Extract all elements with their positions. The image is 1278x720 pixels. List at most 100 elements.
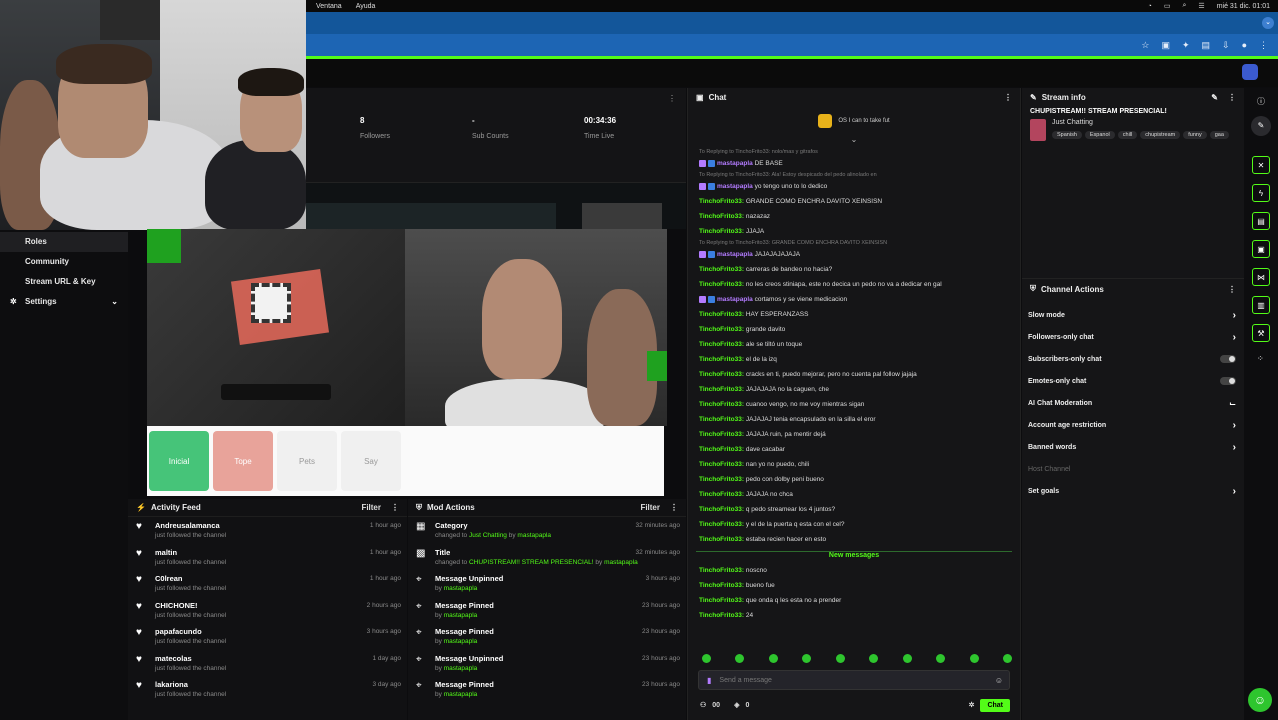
chat-username[interactable]: TinchoFrito33:	[699, 582, 744, 589]
cast-icon[interactable]: ▤	[1202, 40, 1211, 51]
chat-message[interactable]: TinchoFrito33: pedo con dolby peni bueno	[688, 472, 1020, 487]
chat-username[interactable]: TinchoFrito33:	[699, 356, 744, 363]
user-avatar[interactable]	[1242, 64, 1258, 80]
channel-action-banned-words[interactable]: Banned words ›	[1022, 436, 1244, 458]
chat-message[interactable]: TinchoFrito33: nazazaz	[688, 209, 1020, 224]
channel-action-account-age-restriction[interactable]: Account age restriction ›	[1022, 414, 1244, 436]
chat-message[interactable]: TinchoFrito33: no les creos stiniapa, es…	[688, 277, 1020, 292]
chevron-down-icon[interactable]: ⌄	[688, 136, 1020, 144]
chat-username[interactable]: TinchoFrito33:	[699, 431, 744, 438]
chat-username[interactable]: TinchoFrito33:	[699, 461, 744, 468]
wifi-icon[interactable]: ◔	[1148, 3, 1152, 10]
mod-filter-button[interactable]: Filter	[640, 503, 660, 512]
activity-user[interactable]: papafacundo	[155, 627, 226, 636]
mod-action-item[interactable]: ⌖ Message Pinned by mastapapla 23 hours ago	[408, 597, 686, 624]
chat-message[interactable]: TinchoFrito33: noscno	[688, 563, 1020, 578]
help-chat-icon[interactable]: ☺	[1248, 688, 1272, 712]
mod-user[interactable]: mastapapla	[517, 532, 551, 539]
chat-username[interactable]: TinchoFrito33:	[699, 266, 744, 273]
chat-username[interactable]: TinchoFrito33:	[699, 476, 744, 483]
mod-user[interactable]: mastapapla	[444, 638, 478, 645]
emote-icon[interactable]	[702, 654, 711, 663]
chat-username[interactable]: TinchoFrito33:	[699, 446, 744, 453]
channel-action-emotes-only-chat[interactable]: Emotes-only chat	[1022, 370, 1244, 392]
activity-item[interactable]: ♥ CHICHONE! just followed the channel 2 hou…	[128, 597, 407, 624]
channel-action-followers-only-chat[interactable]: Followers-only chat ›	[1022, 326, 1244, 348]
chat-message[interactable]: TinchoFrito33: ale se tiltó un toque	[688, 337, 1020, 352]
stream-tag[interactable]: funny	[1183, 131, 1207, 139]
chat-username[interactable]: mastapapla	[717, 183, 753, 190]
channel-action-slow-mode[interactable]: Slow mode ›	[1022, 304, 1244, 326]
chat-username[interactable]: mastapapla	[717, 251, 753, 258]
chat-message[interactable]: TinchoFrito33: el de la izq	[688, 352, 1020, 367]
channel-actions-more-icon[interactable]: ⋮	[1228, 285, 1236, 294]
stream-tag[interactable]: Spanish	[1052, 131, 1082, 139]
chat-message[interactable]: TinchoFrito33: GRANDE COMO ENCHRA DAVITO…	[688, 194, 1020, 209]
toggle-switch[interactable]	[1220, 355, 1236, 363]
info-icon[interactable]: ⓘ	[1257, 96, 1265, 107]
stream-info-more-icon[interactable]: ⋮	[1228, 93, 1236, 102]
emote-icon[interactable]	[869, 654, 879, 663]
chat-username[interactable]: mastapapla	[717, 160, 753, 167]
mod-user[interactable]: mastapapla	[444, 691, 478, 698]
rail-document-icon[interactable]: ▤	[1252, 212, 1270, 230]
rail-wrench-icon[interactable]: ⚒	[1252, 324, 1270, 342]
chat-more-icon[interactable]: ⋮	[1004, 93, 1012, 102]
emote-icon[interactable]	[936, 654, 946, 663]
activity-user[interactable]: Andreusalamanca	[155, 521, 226, 530]
chat-username[interactable]: TinchoFrito33:	[699, 341, 744, 348]
stream-tag[interactable]: chupistream	[1140, 131, 1181, 139]
chat-username[interactable]: mastapapla	[717, 296, 753, 303]
mod-action-item[interactable]: ▩ Title changed to CHUPISTREAM!! STREAM PR…	[408, 544, 686, 571]
activity-item[interactable]: ♥ papafacundo just followed the channel 3 h…	[128, 623, 407, 650]
chat-username[interactable]: TinchoFrito33:	[699, 371, 744, 378]
mod-user[interactable]: mastapapla	[444, 585, 478, 592]
activity-user[interactable]: matecolas	[155, 654, 226, 663]
chat-message[interactable]: TinchoFrito33: JAJAJAJ tenia encapsulado…	[688, 412, 1020, 427]
chat-message[interactable]: mastapapla yo tengo uno to lo dedico	[688, 179, 1020, 194]
poll-button[interactable]: Tope	[213, 431, 273, 491]
channel-action-set-goals[interactable]: Set goals ›	[1022, 480, 1244, 502]
activity-item[interactable]: ♥ maltin just followed the channel 1 hour a…	[128, 544, 407, 571]
chat-message[interactable]: TinchoFrito33: JAJAJAJA no la caguen, ch…	[688, 382, 1020, 397]
chat-message[interactable]: TinchoFrito33: HAY ESPERANZASS	[688, 307, 1020, 322]
chat-username[interactable]: TinchoFrito33:	[699, 521, 744, 528]
stream-tag[interactable]: Espanol	[1084, 131, 1115, 139]
menu-item[interactable]: Ventana	[316, 3, 342, 10]
battery-icon[interactable]: ▭	[1164, 2, 1171, 10]
chat-message[interactable]: TinchoFrito33: carreras de bandeo no hac…	[688, 262, 1020, 277]
chat-message[interactable]: TinchoFrito33: estaba recien hacer en es…	[688, 532, 1020, 547]
nav-roles[interactable]: Roles	[0, 232, 128, 252]
activity-user[interactable]: lakariona	[155, 680, 226, 689]
chat-username[interactable]: TinchoFrito33:	[699, 536, 744, 543]
mod-more-icon[interactable]: ⋮	[670, 503, 678, 512]
mod-action-item[interactable]: ⌖ Message Pinned by mastapapla 23 hours ago	[408, 676, 686, 703]
chat-message[interactable]: TinchoFrito33: cracks en ti, puedo mejor…	[688, 367, 1020, 382]
chat-username[interactable]: TinchoFrito33:	[699, 401, 744, 408]
chat-username[interactable]: TinchoFrito33:	[699, 597, 744, 604]
activity-user[interactable]: C0lrean	[155, 574, 226, 583]
menu-item[interactable]: Ayuda	[356, 3, 376, 10]
chat-username[interactable]: TinchoFrito33:	[699, 198, 744, 205]
chat-message[interactable]: TinchoFrito33: cuanoo vengo, no me voy m…	[688, 397, 1020, 412]
chat-send-button[interactable]: Chat	[980, 698, 1010, 712]
chat-message[interactable]: TinchoFrito33: 24	[688, 608, 1020, 623]
chat-message[interactable]: TinchoFrito33: JJAJA	[688, 224, 1020, 239]
rail-layout-icon[interactable]: ▥	[1252, 296, 1270, 314]
emote-icon[interactable]	[902, 654, 912, 663]
pinned-message[interactable]: OS I can to take fut	[688, 106, 1020, 136]
chat-message[interactable]: TinchoFrito33: dave cacabar	[688, 442, 1020, 457]
chat-username[interactable]: TinchoFrito33:	[699, 612, 744, 619]
activity-user[interactable]: CHICHONE!	[155, 601, 226, 610]
nav-community[interactable]: Community	[0, 252, 128, 272]
mod-action-item[interactable]: ⌖ Message Pinned by mastapapla 23 hours ago	[408, 623, 686, 650]
chat-message[interactable]: TinchoFrito33: bueno fue	[688, 578, 1020, 593]
chat-settings-icon[interactable]: ✲	[969, 701, 975, 709]
chat-message[interactable]: TinchoFrito33: JAJAJA ruin, pa mentir de…	[688, 427, 1020, 442]
stats-more-icon[interactable]: ⋮	[668, 94, 676, 103]
download-icon[interactable]: ⇩	[1222, 40, 1230, 51]
chat-message[interactable]: mastapapla DE BASE	[688, 156, 1020, 171]
mod-user[interactable]: mastapapla	[604, 559, 638, 566]
activity-filter-button[interactable]: Filter	[361, 503, 381, 512]
chat-username[interactable]: TinchoFrito33:	[699, 567, 744, 574]
